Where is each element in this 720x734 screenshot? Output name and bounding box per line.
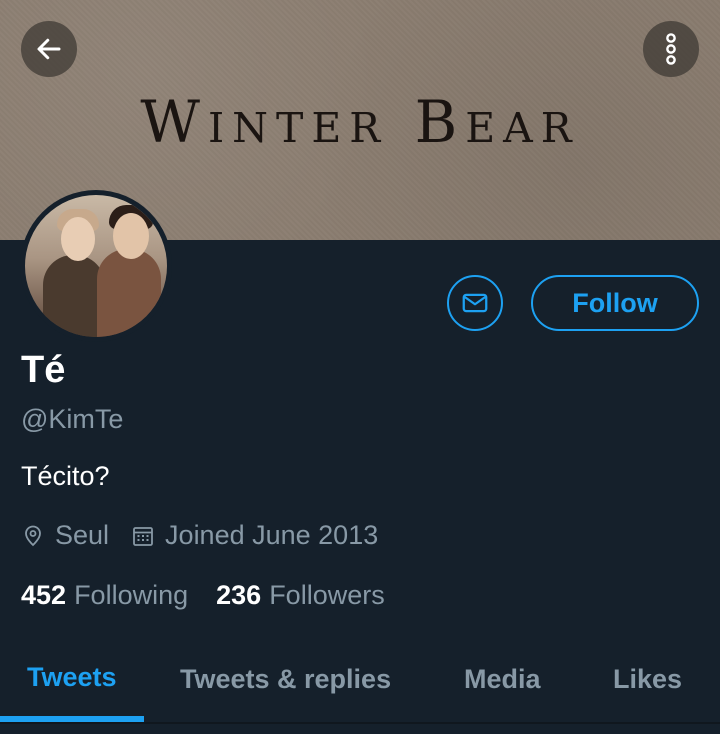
back-button[interactable]	[21, 21, 77, 77]
mail-icon	[462, 293, 488, 313]
following-label[interactable]: Following	[74, 580, 188, 611]
tab-tweets-and-replies[interactable]: Tweets & replies	[180, 664, 391, 695]
tab-media[interactable]: Media	[464, 664, 541, 695]
profile-joined-date: Joined June 2013	[165, 520, 379, 550]
profile-bio: Técito?	[21, 461, 110, 491]
profile-handle: @KimTe	[21, 404, 124, 434]
profile-location: Seul	[55, 520, 110, 550]
avatar-photo	[25, 195, 167, 337]
profile-stats: 452 Following 236 Followers	[21, 580, 385, 611]
calendar-icon	[131, 524, 155, 548]
profile-meta: Seul Joined June 2013	[21, 520, 378, 551]
more-vertical-icon	[666, 33, 676, 65]
message-button[interactable]	[447, 275, 503, 331]
profile-avatar[interactable]	[20, 190, 172, 342]
arrow-left-icon	[37, 38, 61, 60]
tabs-divider	[0, 722, 720, 724]
follow-button[interactable]: Follow	[531, 275, 699, 331]
followers-count[interactable]: 236	[216, 580, 261, 611]
following-count[interactable]: 452	[21, 580, 66, 611]
more-options-button[interactable]	[643, 21, 699, 77]
location-pin-icon	[21, 523, 45, 549]
followers-label[interactable]: Followers	[269, 580, 385, 611]
profile-tabs: Tweets Tweets & replies Media Likes	[0, 646, 720, 722]
tab-tweets[interactable]: Tweets	[27, 662, 117, 693]
banner-text: Winter Bear	[140, 88, 580, 156]
profile-name: Té	[21, 349, 66, 391]
tab-likes[interactable]: Likes	[613, 664, 682, 695]
